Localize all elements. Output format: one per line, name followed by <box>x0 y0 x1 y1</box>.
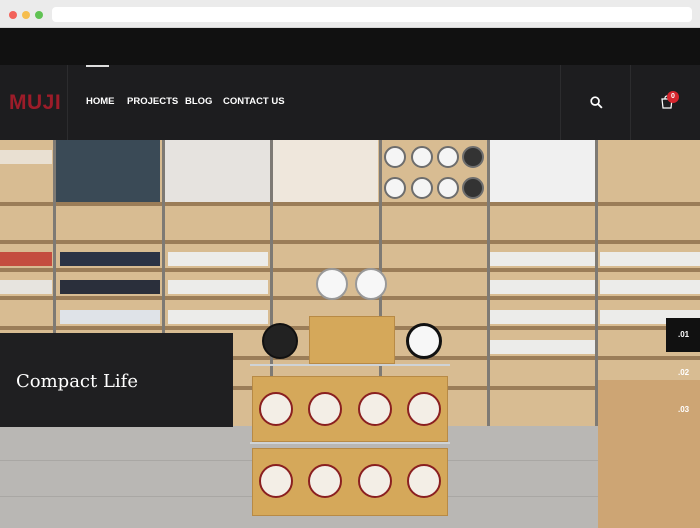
display-panel <box>490 140 595 202</box>
maximize-window-button[interactable] <box>35 11 43 19</box>
minimize-window-button[interactable] <box>22 11 30 19</box>
clock <box>358 464 392 498</box>
nav-contact-us[interactable]: CONTACT US <box>223 96 285 107</box>
product-row <box>60 310 160 324</box>
product-row <box>168 252 268 266</box>
wall-clock <box>411 177 433 199</box>
wall-clock <box>411 146 433 168</box>
divider <box>630 65 631 140</box>
clock <box>316 268 348 300</box>
wall-clock <box>462 146 484 168</box>
caption-title: Compact Life <box>16 371 138 392</box>
clock <box>262 323 298 359</box>
product-row <box>168 280 268 294</box>
clock <box>308 392 342 426</box>
clock <box>355 268 387 300</box>
clock <box>259 392 293 426</box>
divider <box>67 65 68 140</box>
clock <box>406 323 442 359</box>
display-panel <box>56 140 160 202</box>
display-table <box>598 380 700 528</box>
wall-clock <box>462 177 484 199</box>
divider <box>560 65 561 140</box>
address-bar[interactable] <box>52 7 692 22</box>
product-row <box>60 252 160 266</box>
product-row <box>490 280 595 294</box>
search-icon[interactable] <box>590 96 603 109</box>
product-row <box>600 252 700 266</box>
close-window-button[interactable] <box>9 11 17 19</box>
slide-indicator-1[interactable]: .01 <box>678 330 689 339</box>
hero-caption: Compact Life <box>0 333 233 427</box>
browser-toolbar <box>0 0 700 28</box>
product-row <box>168 310 268 324</box>
slide-indicator-3[interactable]: .03 <box>678 405 689 414</box>
product-row <box>60 280 160 294</box>
shelf-post <box>487 140 490 440</box>
product-row <box>600 280 700 294</box>
product-row <box>0 150 52 164</box>
nav-blog[interactable]: BLOG <box>185 96 212 107</box>
product-row <box>490 340 595 354</box>
display-panel <box>165 140 270 202</box>
cart-count-badge: 0 <box>667 91 679 103</box>
clock <box>308 464 342 498</box>
top-strip <box>0 28 700 65</box>
wall-clock <box>437 146 459 168</box>
product-row <box>0 280 52 294</box>
clock <box>358 392 392 426</box>
clock-display-box <box>309 316 395 364</box>
glass-shelf <box>250 442 450 444</box>
wall-clock <box>437 177 459 199</box>
logo[interactable]: MUJI <box>9 91 61 115</box>
glass-shelf <box>250 364 450 366</box>
wall-clock <box>384 146 406 168</box>
wall-clock <box>384 177 406 199</box>
product-row <box>0 252 52 266</box>
nav-home[interactable]: HOME <box>86 96 115 107</box>
clock <box>407 392 441 426</box>
product-row <box>490 252 595 266</box>
product-row <box>490 310 595 324</box>
display-panel <box>273 140 378 202</box>
clock <box>407 464 441 498</box>
site-navbar: MUJI HOME PROJECTS BLOG CONTACT US <box>0 65 700 140</box>
clock <box>259 464 293 498</box>
active-nav-indicator <box>86 65 109 67</box>
slide-indicator-2[interactable]: .02 <box>678 368 689 377</box>
nav-projects[interactable]: PROJECTS <box>127 96 178 107</box>
